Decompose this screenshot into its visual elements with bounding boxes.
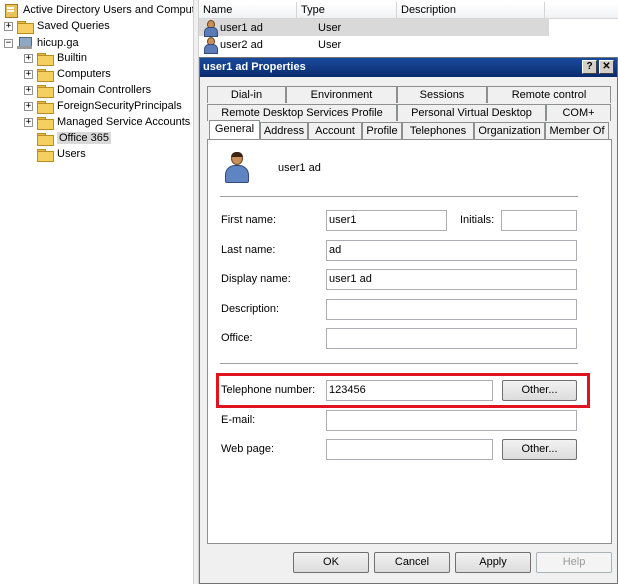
tree-label-root: Active Directory Users and Comput: [23, 4, 193, 16]
tab-com-plus[interactable]: COM+: [546, 104, 611, 121]
description-field[interactable]: [326, 299, 577, 320]
expand-icon[interactable]: +: [4, 21, 13, 31]
user-icon: [203, 20, 218, 37]
separator: [220, 196, 578, 198]
initials-field[interactable]: [501, 210, 577, 231]
tab-telephones[interactable]: Telephones: [402, 122, 474, 139]
tab-organization[interactable]: Organization: [474, 122, 545, 139]
office-label: Office:: [221, 332, 253, 344]
column-header-description[interactable]: Description: [397, 2, 545, 19]
web-page-field[interactable]: [326, 439, 493, 460]
tree-item-root[interactable]: Active Directory Users and Comput: [4, 2, 193, 18]
list-item[interactable]: user2 ad User: [199, 36, 549, 54]
office-field[interactable]: [326, 328, 577, 349]
list-item-name: user2 ad: [220, 38, 263, 51]
expand-icon[interactable]: +: [24, 69, 33, 79]
display-name-label: Display name:: [221, 273, 291, 285]
tab-environment[interactable]: Environment: [286, 86, 397, 103]
results-list: Name Type Description user1 ad User user…: [199, 0, 618, 56]
user-display-header: user1 ad: [278, 162, 321, 174]
tree-label-users: Users: [57, 148, 86, 160]
tree-label-saved-queries: Saved Queries: [37, 20, 110, 32]
tree-item-domain-controllers[interactable]: + Domain Controllers: [24, 82, 151, 98]
console-tree: Active Directory Users and Comput + Save…: [0, 0, 193, 584]
tab-profile[interactable]: Profile: [362, 122, 402, 139]
help-icon[interactable]: ?: [582, 60, 597, 74]
user-icon: [203, 37, 218, 54]
last-name-field[interactable]: ad: [326, 240, 577, 261]
cancel-button[interactable]: Cancel: [374, 552, 450, 573]
tree-item-builtin[interactable]: + Builtin: [24, 50, 87, 66]
folder-icon: [37, 116, 54, 130]
tree-label-managed-service-accounts: Managed Service Accounts: [57, 116, 191, 128]
telephone-other-button[interactable]: Other...: [502, 380, 577, 401]
expand-icon[interactable]: +: [24, 85, 33, 95]
folder-icon: [37, 68, 54, 82]
column-header-type[interactable]: Type: [297, 2, 397, 19]
folder-icon: [17, 20, 34, 34]
tree-item-managed-service-accounts[interactable]: + Managed Service Accounts: [24, 114, 190, 130]
list-header: Name Type Description: [199, 2, 618, 19]
close-icon[interactable]: ✕: [599, 60, 614, 74]
tab-personal-virtual-desktop[interactable]: Personal Virtual Desktop: [397, 104, 546, 121]
tree-item-users[interactable]: Users: [37, 146, 86, 162]
ou-folder-icon: [37, 132, 54, 146]
dialog-title: user1 ad Properties: [203, 61, 306, 73]
tree-item-office-365[interactable]: Office 365: [37, 130, 111, 146]
first-name-field[interactable]: user1: [326, 210, 447, 231]
tree-item-foreign-security-principals[interactable]: + ForeignSecurityPrincipals: [24, 98, 182, 114]
tree-item-computers[interactable]: + Computers: [24, 66, 111, 82]
list-item-name: user1 ad: [220, 21, 263, 34]
web-page-other-button[interactable]: Other...: [502, 439, 577, 460]
tab-sessions[interactable]: Sessions: [397, 86, 487, 103]
tab-account[interactable]: Account: [308, 122, 362, 139]
help-button[interactable]: Help: [536, 552, 612, 573]
tab-dial-in[interactable]: Dial-in: [207, 86, 286, 103]
display-name-field[interactable]: user1 ad: [326, 269, 577, 290]
expand-icon[interactable]: +: [24, 117, 33, 127]
tree-label-domain: hicup.ga: [37, 37, 79, 49]
description-label: Description:: [221, 303, 280, 315]
first-name-label: First name:: [221, 214, 277, 226]
apply-button[interactable]: Apply: [455, 552, 531, 573]
separator: [220, 363, 578, 365]
expand-icon[interactable]: +: [24, 101, 33, 111]
aduc-icon: [4, 3, 18, 18]
dialog-titlebar[interactable]: user1 ad Properties ? ✕: [200, 58, 617, 77]
ok-button[interactable]: OK: [293, 552, 369, 573]
tree-label-builtin: Builtin: [57, 52, 87, 64]
email-label: E-mail:: [221, 414, 256, 426]
user-icon: [223, 152, 251, 184]
telephone-label: Telephone number:: [221, 384, 316, 396]
email-field[interactable]: [326, 410, 577, 431]
telephone-field[interactable]: 123456: [326, 380, 493, 401]
ou-folder-icon: [37, 84, 54, 98]
tree-label-foreign-security-principals: ForeignSecurityPrincipals: [57, 100, 182, 112]
tab-remote-control[interactable]: Remote control: [487, 86, 611, 103]
web-page-label: Web page:: [221, 443, 275, 455]
list-item-type: User: [318, 21, 342, 34]
column-header-name[interactable]: Name: [199, 2, 297, 19]
list-item-type: User: [318, 38, 342, 51]
tab-remote-desktop-services-profile[interactable]: Remote Desktop Services Profile: [207, 104, 397, 121]
folder-icon: [37, 100, 54, 114]
tab-address[interactable]: Address: [260, 122, 308, 139]
tree-label-computers: Computers: [57, 68, 111, 80]
folder-icon: [37, 52, 54, 66]
list-item[interactable]: user1 ad User: [199, 19, 549, 37]
tree-item-saved-queries[interactable]: + Saved Queries: [4, 18, 110, 34]
tree-label-domain-controllers: Domain Controllers: [57, 84, 152, 96]
expand-icon[interactable]: +: [24, 53, 33, 63]
last-name-label: Last name:: [221, 244, 276, 256]
domain-icon: [17, 36, 33, 50]
tree-label-office-365: Office 365: [57, 132, 111, 144]
tab-member-of[interactable]: Member Of: [545, 122, 609, 139]
initials-label: Initials:: [460, 214, 495, 226]
tree-item-domain[interactable]: − hicup.ga: [4, 35, 79, 51]
collapse-icon[interactable]: −: [4, 38, 13, 48]
tab-general[interactable]: General: [209, 120, 260, 139]
folder-icon: [37, 148, 54, 162]
